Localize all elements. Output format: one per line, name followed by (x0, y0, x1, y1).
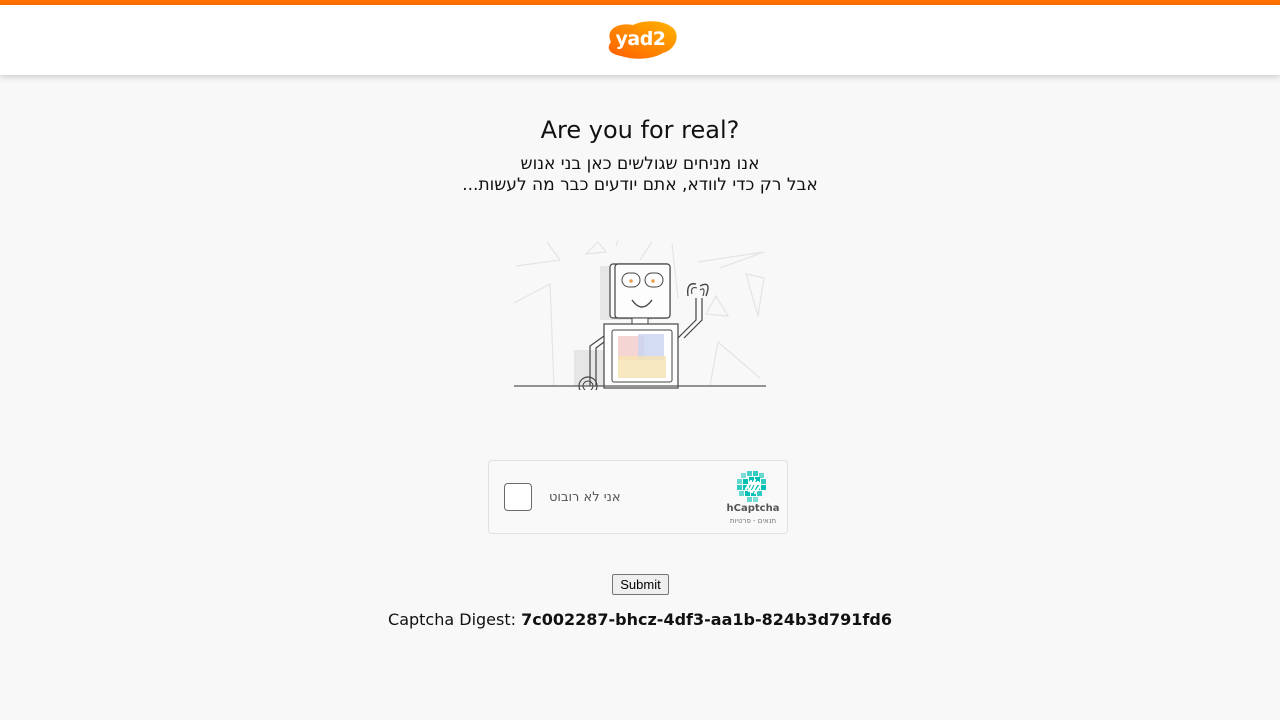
hcaptcha-widget: אני לא רובוט hCaptcha תנאים - פרטיות (488, 460, 788, 534)
hcaptcha-terms-privacy-links[interactable]: תנאים - פרטיות (721, 517, 785, 526)
subtitle-line-1: אנו מניחים שגולשים כאן בני אנוש (520, 154, 760, 174)
logo-wordmark: yad2 (615, 28, 666, 50)
captcha-checkbox[interactable] (504, 483, 532, 511)
captcha-digest-label: Captcha Digest: (388, 610, 517, 629)
hcaptcha-brand-name: hCaptcha (726, 503, 780, 514)
captcha-digest: Captcha Digest: 7c002287-bhcz-4df3-aa1b-… (0, 610, 1280, 630)
page-title: Are you for real? (540, 116, 740, 144)
subtitle-line-2: אבל רק כדי לוודא, אתם יודעים כבר מה לעשו… (462, 175, 818, 195)
robot-waving-icon (513, 238, 766, 396)
hcaptcha-hand-icon[interactable] (735, 469, 769, 503)
captcha-digest-value: 7c002287-bhcz-4df3-aa1b-824b3d791fd6 (521, 610, 892, 629)
site-header: yad2 (0, 5, 1280, 75)
submit-button[interactable]: Submit (612, 574, 669, 595)
yad2-logo[interactable]: yad2 (603, 20, 678, 60)
captcha-checkbox-label: אני לא רובוט (549, 490, 621, 505)
